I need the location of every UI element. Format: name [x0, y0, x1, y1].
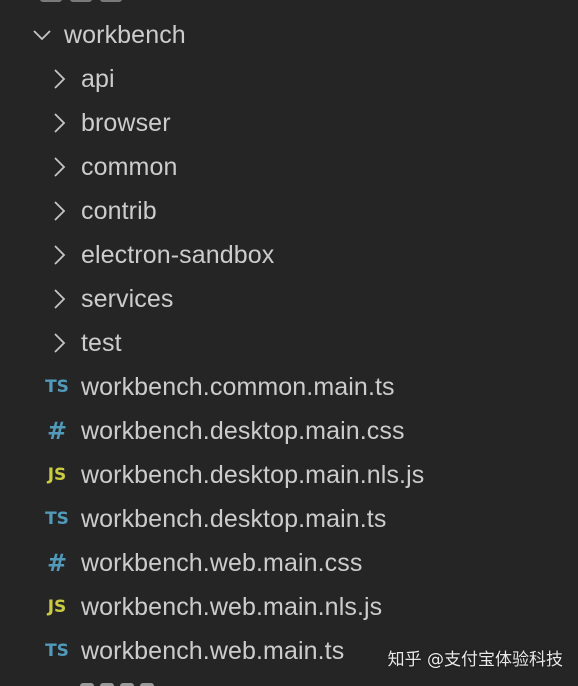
chevron-right-icon[interactable] [50, 111, 70, 135]
partial-tree-item-top [40, 0, 160, 2]
tree-file-label: workbench.desktop.main.nls.js [81, 461, 425, 489]
chevron-down-icon[interactable] [32, 23, 52, 47]
tree-folder-label: electron-sandbox [81, 241, 275, 269]
file-explorer-tree: workbench api browser common contrib ele… [0, 0, 578, 686]
tree-folder-contrib[interactable]: contrib [0, 189, 578, 233]
tree-file-workbench-desktop-main-nls-js[interactable]: JS workbench.desktop.main.nls.js [0, 453, 578, 497]
tree-folder-label: services [81, 285, 174, 313]
tree-folder-api[interactable]: api [0, 57, 578, 101]
tree-folder-electron-sandbox[interactable]: electron-sandbox [0, 233, 578, 277]
tree-folder-label: api [81, 65, 115, 93]
tree-file-workbench-common-main-ts[interactable]: TS workbench.common.main.ts [0, 365, 578, 409]
chevron-right-icon[interactable] [50, 199, 70, 223]
watermark-text: 知乎 @支付宝体验科技 [387, 650, 563, 670]
chevron-right-icon[interactable] [50, 243, 70, 267]
typescript-file-icon: TS [45, 377, 69, 397]
tree-folder-label: workbench [64, 21, 186, 49]
chevron-right-icon[interactable] [50, 67, 70, 91]
css-file-icon: # [46, 417, 68, 445]
tree-file-label: workbench.web.main.ts [81, 637, 345, 665]
chevron-right-icon[interactable] [50, 331, 70, 355]
typescript-file-icon: TS [45, 641, 69, 661]
partial-tree-item-bottom [80, 680, 200, 686]
javascript-file-icon: JS [47, 465, 67, 485]
tree-file-label: workbench.common.main.ts [81, 373, 395, 401]
tree-folder-services[interactable]: services [0, 277, 578, 321]
tree-folder-label: common [81, 153, 178, 181]
chevron-right-icon[interactable] [50, 155, 70, 179]
tree-file-label: workbench.desktop.main.css [81, 417, 405, 445]
tree-file-workbench-desktop-main-css[interactable]: # workbench.desktop.main.css [0, 409, 578, 453]
javascript-file-icon: JS [47, 597, 67, 617]
tree-folder-label: browser [81, 109, 171, 137]
tree-file-label: workbench.desktop.main.ts [81, 505, 387, 533]
tree-file-label: workbench.web.main.css [81, 549, 363, 577]
chevron-right-icon[interactable] [50, 287, 70, 311]
tree-folder-label: contrib [81, 197, 157, 225]
tree-file-label: workbench.web.main.nls.js [81, 593, 383, 621]
tree-file-workbench-web-main-nls-js[interactable]: JS workbench.web.main.nls.js [0, 585, 578, 629]
tree-folder-browser[interactable]: browser [0, 101, 578, 145]
typescript-file-icon: TS [45, 509, 69, 529]
tree-folder-label: test [81, 329, 122, 357]
tree-folder-common[interactable]: common [0, 145, 578, 189]
tree-file-workbench-web-main-css[interactable]: # workbench.web.main.css [0, 541, 578, 585]
tree-folder-test[interactable]: test [0, 321, 578, 365]
tree-folder-workbench[interactable]: workbench [0, 13, 578, 57]
tree-file-workbench-desktop-main-ts[interactable]: TS workbench.desktop.main.ts [0, 497, 578, 541]
css-file-icon: # [46, 549, 68, 577]
